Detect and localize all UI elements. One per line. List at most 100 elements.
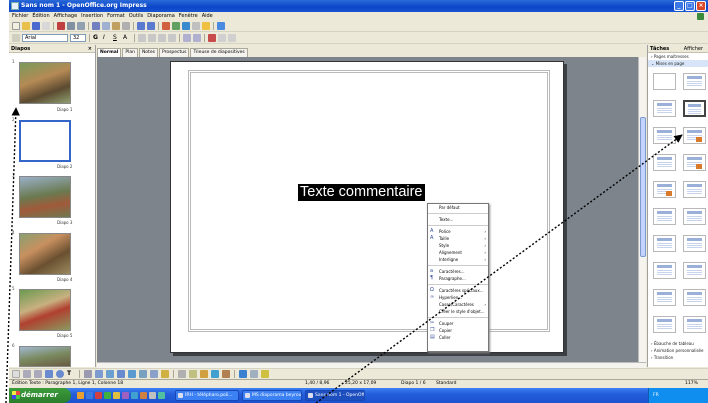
context-menu-item[interactable]: a Caractères... [428, 268, 488, 275]
quicklaunch-icon[interactable] [158, 392, 165, 399]
slide-thumbnail-2[interactable] [19, 120, 71, 162]
quicklaunch-icon[interactable] [86, 392, 93, 399]
italic-icon[interactable]: I [103, 34, 111, 42]
layout-option[interactable] [683, 235, 706, 252]
symbol-shapes-icon[interactable] [117, 370, 125, 378]
curve-icon[interactable] [84, 370, 92, 378]
title-bar[interactable]: Sans nom 1 - OpenOffice.org Impress _ □ … [9, 0, 708, 12]
hyperlink-icon[interactable] [182, 22, 190, 30]
align-right-icon[interactable] [158, 34, 166, 42]
line-icon[interactable] [23, 370, 31, 378]
context-menu-item[interactable]: ¶ Paragraphe... [428, 275, 488, 282]
context-menu-item[interactable]: Interligne › [428, 256, 488, 263]
layout-option[interactable] [653, 73, 676, 90]
navigator-icon[interactable] [192, 22, 200, 30]
rectangle-icon[interactable] [45, 370, 53, 378]
close-icon[interactable]: × [88, 45, 92, 53]
copy-icon[interactable] [102, 22, 110, 30]
layout-option[interactable] [683, 316, 706, 333]
context-menu-item[interactable]: ✂ Couper [428, 320, 488, 327]
section-table-design[interactable]: › Ébauche de tableau [648, 340, 708, 347]
maximize-button[interactable]: □ [685, 1, 695, 11]
layout-option[interactable] [653, 127, 676, 144]
from-file-icon[interactable] [200, 370, 208, 378]
fontwork-icon[interactable] [189, 370, 197, 378]
email-icon[interactable] [42, 22, 50, 30]
menu-tools[interactable]: Outils [129, 12, 143, 21]
quicklaunch-icon[interactable] [113, 392, 120, 399]
slide-text-box[interactable]: Texte commentaire [298, 184, 425, 201]
help-icon[interactable] [217, 22, 225, 30]
context-menu-item[interactable]: ∞ Hyperlien... [428, 294, 488, 301]
points-icon[interactable] [178, 370, 186, 378]
start-button[interactable]: démarrer [9, 388, 71, 403]
font-size-combo[interactable]: 32 [70, 34, 86, 42]
shadow-icon[interactable] [239, 370, 247, 378]
slide-thumbnail-4[interactable] [19, 233, 71, 275]
taskbar-item[interactable]: IRH - télépharo.poli... [175, 390, 239, 401]
context-menu-item[interactable]: Par défaut [428, 204, 488, 211]
align-center-icon[interactable] [148, 34, 156, 42]
styles-icon[interactable] [12, 34, 20, 42]
context-menu-item[interactable]: A Taille › [428, 235, 488, 242]
vertical-scrollbar[interactable] [638, 57, 646, 362]
align-left-icon[interactable] [138, 34, 146, 42]
connector-icon[interactable] [95, 370, 103, 378]
quicklaunch-icon[interactable] [104, 392, 111, 399]
quicklaunch-icon[interactable] [140, 392, 147, 399]
tab-notes[interactable]: Notes [138, 48, 158, 57]
menu-help[interactable]: Aide [202, 12, 213, 21]
context-menu-item[interactable]: Alignement › [428, 249, 488, 256]
open-icon[interactable] [22, 22, 30, 30]
slide-workspace[interactable]: Texte commentaire [97, 57, 638, 362]
context-menu-item[interactable]: Style › [428, 242, 488, 249]
spellcheck-icon[interactable] [77, 22, 85, 30]
quicklaunch-icon[interactable] [149, 392, 156, 399]
bullets-icon[interactable] [183, 34, 191, 42]
context-menu-item[interactable]: Créer le style d'objet... [428, 308, 488, 315]
layout-option[interactable] [653, 235, 676, 252]
font-name-combo[interactable]: Arial [22, 34, 68, 42]
character-icon[interactable] [218, 34, 226, 42]
context-menu-item[interactable]: Texte... [428, 216, 488, 223]
layout-option[interactable] [683, 154, 706, 171]
new-icon[interactable] [12, 22, 20, 30]
layout-option[interactable] [653, 289, 676, 306]
text-tool-icon[interactable]: T [67, 370, 75, 378]
scrollbar-thumb[interactable] [640, 117, 646, 257]
context-menu-item[interactable]: Ω Caractères spéciaux... [428, 287, 488, 294]
select-arrow-icon[interactable] [12, 370, 20, 378]
layout-option[interactable] [653, 208, 676, 225]
cut-icon[interactable] [92, 22, 100, 30]
quicklaunch-icon[interactable] [122, 392, 129, 399]
layout-option[interactable] [683, 208, 706, 225]
slide-thumbnail-1[interactable] [19, 62, 71, 104]
layout-option[interactable] [683, 289, 706, 306]
layout-option[interactable] [653, 316, 676, 333]
flowchart-icon[interactable] [139, 370, 147, 378]
font-color-icon[interactable] [208, 34, 216, 42]
layout-option[interactable] [683, 73, 706, 90]
tab-handout[interactable]: Prospectus [158, 48, 190, 57]
menu-edit[interactable]: Édition [32, 12, 49, 21]
undo-icon[interactable] [137, 22, 145, 30]
taskbar-item[interactable]: Sans nom 1 - OpenOff... [305, 390, 365, 401]
stars-icon[interactable] [161, 370, 169, 378]
table-icon[interactable] [172, 22, 180, 30]
menu-file[interactable]: Fichier [12, 12, 28, 21]
block-arrows-icon[interactable] [128, 370, 136, 378]
layout-option[interactable] [683, 100, 706, 117]
layout-option[interactable] [653, 100, 676, 117]
slide-thumbnail-6[interactable] [19, 346, 71, 367]
extrusion-icon[interactable] [222, 370, 230, 378]
context-menu-item[interactable]: ▤ Coller [428, 334, 488, 341]
layout-option[interactable] [653, 181, 676, 198]
slide-thumbnail-5[interactable] [19, 289, 71, 331]
pdf-icon[interactable] [57, 22, 65, 30]
tab-slide-sorter[interactable]: Trieuse de diapositives [190, 48, 248, 57]
layout-option[interactable] [683, 262, 706, 279]
context-menu-item[interactable]: A Police › [428, 228, 488, 235]
menu-insert[interactable]: Insertion [81, 12, 103, 21]
print-icon[interactable] [67, 22, 75, 30]
section-master-pages[interactable]: › Pages maîtresses [648, 53, 708, 60]
